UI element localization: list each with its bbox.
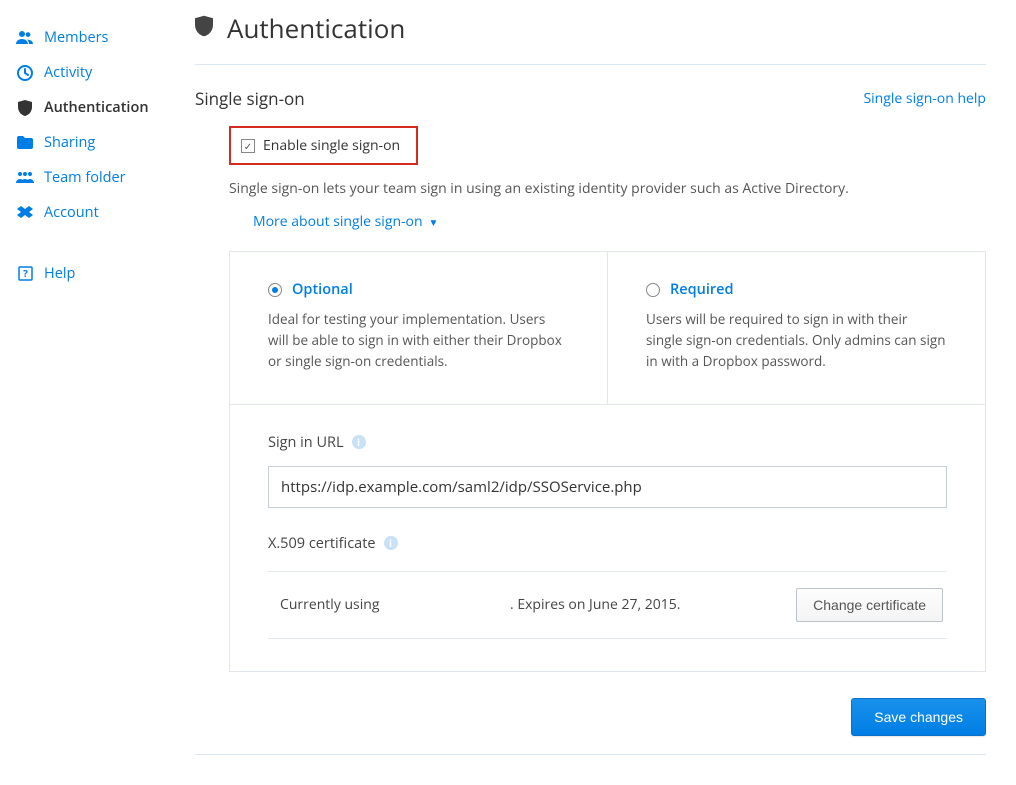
sso-help-link[interactable]: Single sign-on help [863,89,986,108]
sidebar-item-label: Help [44,264,75,283]
sidebar-item-authentication[interactable]: Authentication [10,90,175,125]
option-required-desc: Users will be required to sign in with t… [646,309,947,372]
activity-icon [16,65,34,81]
more-about-sso-link[interactable]: More about single sign-on ▼ [253,212,986,231]
team-icon [16,171,34,185]
sidebar-item-label: Activity [44,63,92,82]
sidebar-item-label: Team folder [44,168,126,187]
sidebar-item-label: Authentication [44,98,149,117]
sso-card: Optional Ideal for testing your implemen… [229,251,986,672]
members-icon [16,31,34,45]
sso-description: Single sign-on lets your team sign in us… [229,179,986,198]
shield-icon [195,15,213,42]
save-changes-button[interactable]: Save changes [851,698,986,736]
svg-text:?: ? [23,266,28,280]
info-icon[interactable]: i [352,435,366,449]
change-certificate-button[interactable]: Change certificate [796,588,943,622]
enable-sso-row[interactable]: ✓ Enable single sign-on [229,126,418,165]
option-optional-desc: Ideal for testing your implementation. U… [268,309,569,372]
main-content: Authentication Single sign-on Single sig… [175,0,1016,785]
certificate-row: Currently using . Expires on June 27, 20… [268,571,947,639]
option-required-label: Required [670,280,734,299]
certificate-currently-using: Currently using [280,595,510,614]
sidebar-item-help[interactable]: ? Help [10,256,175,291]
certificate-label: X.509 certificate i [268,534,947,553]
folder-icon [16,136,34,149]
info-icon[interactable]: i [384,536,398,550]
sidebar-item-account[interactable]: Account [10,195,175,230]
sidebar-item-sharing[interactable]: Sharing [10,125,175,160]
sidebar-item-members[interactable]: Members [10,20,175,55]
sidebar-item-label: Sharing [44,133,95,152]
dropbox-icon [16,206,34,220]
chevron-down-icon: ▼ [429,215,439,229]
radio-required[interactable] [646,283,660,297]
sidebar: Members Activity Authentication Sharing … [0,0,175,785]
sidebar-item-label: Members [44,28,108,47]
option-optional-label: Optional [292,280,353,299]
enable-sso-checkbox[interactable]: ✓ [241,139,255,153]
sidebar-item-team-folder[interactable]: Team folder [10,160,175,195]
sidebar-item-label: Account [44,203,99,222]
signin-url-input[interactable] [268,466,947,508]
sidebar-item-activity[interactable]: Activity [10,55,175,90]
certificate-expires: . Expires on June 27, 2015. [510,595,796,614]
help-icon: ? [16,266,34,281]
divider [195,64,986,65]
radio-optional[interactable] [268,283,282,297]
signin-url-label: Sign in URL i [268,433,947,452]
sso-option-optional[interactable]: Optional Ideal for testing your implemen… [230,252,608,404]
divider [195,754,986,755]
sso-option-required[interactable]: Required Users will be required to sign … [608,252,985,404]
sso-section-title: Single sign-on [195,87,305,110]
enable-sso-label: Enable single sign-on [263,136,400,155]
more-about-sso-label: More about single sign-on [253,212,423,231]
shield-icon [16,100,34,116]
page-title: Authentication [227,10,405,46]
